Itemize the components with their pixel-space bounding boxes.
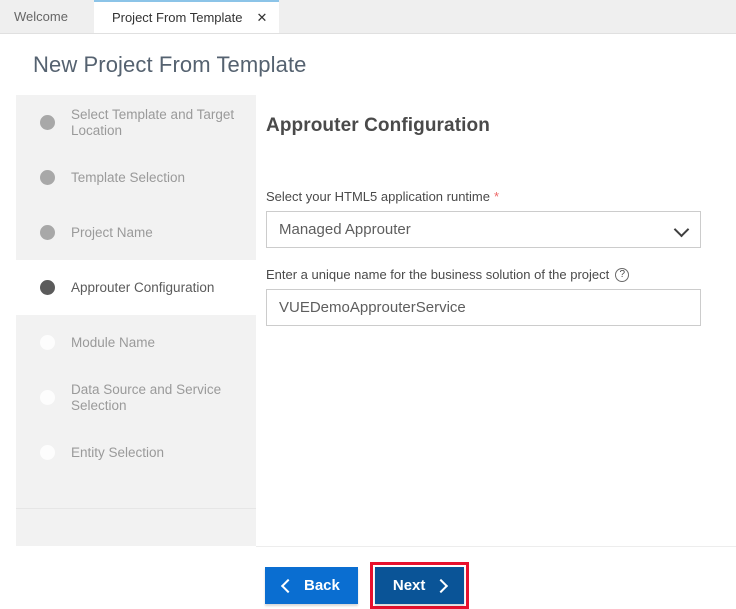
sidebar-item-label: Select Template and Target Location: [71, 107, 242, 139]
field-html5-runtime: Select your HTML5 application runtime * …: [256, 189, 719, 248]
required-marker: *: [494, 190, 499, 203]
step-dot-icon: [40, 445, 55, 460]
tab-welcome-label: Welcome: [14, 10, 68, 23]
back-button[interactable]: Back: [265, 567, 358, 604]
wizard-content-panel: Approuter Configuration Select your HTML…: [256, 95, 719, 546]
sidebar-item-label: Entity Selection: [71, 445, 164, 461]
sidebar-item-label: Project Name: [71, 225, 153, 241]
sidebar-item-select-template-and-target-location[interactable]: Select Template and Target Location: [16, 95, 256, 150]
chevron-left-icon: [281, 578, 295, 592]
step-dot-icon: [40, 225, 55, 240]
field-label-text: Select your HTML5 application runtime: [266, 189, 490, 204]
sidebar-item-label: Template Selection: [71, 170, 185, 186]
chevron-down-icon[interactable]: [674, 221, 690, 237]
content-heading: Approuter Configuration: [256, 95, 719, 137]
field-label-text: Enter a unique name for the business sol…: [266, 267, 609, 282]
help-glyph: ?: [620, 270, 626, 280]
sidebar-item-module-name[interactable]: Module Name: [16, 315, 256, 370]
step-dot-icon: [40, 390, 55, 405]
step-dot-icon: [40, 335, 55, 350]
chevron-right-icon: [434, 578, 448, 592]
wizard-step-sidebar: Select Template and Target Location Temp…: [16, 95, 256, 508]
field-label-html5-runtime: Select your HTML5 application runtime *: [266, 189, 701, 204]
sidebar-item-label: Module Name: [71, 335, 155, 351]
help-circle-icon[interactable]: ?: [615, 268, 629, 282]
next-button[interactable]: Next: [375, 567, 465, 604]
step-dot-icon: [40, 280, 55, 295]
tab-welcome[interactable]: Welcome: [0, 0, 94, 33]
sidebar-item-label: Approuter Configuration: [71, 280, 214, 296]
runtime-select-value: Managed Approuter: [267, 221, 411, 238]
tab-bar: Welcome Project From Template ✕: [0, 0, 736, 34]
next-button-highlight: Next: [370, 562, 470, 609]
close-icon[interactable]: ✕: [256, 11, 267, 24]
field-label-business-solution-name: Enter a unique name for the business sol…: [266, 267, 701, 282]
sidebar-footer-area: [16, 508, 256, 546]
page-title: New Project From Template: [33, 52, 307, 78]
sidebar-item-template-selection[interactable]: Template Selection: [16, 150, 256, 205]
business-solution-name-input[interactable]: VUEDemoApprouterService: [266, 289, 701, 326]
wizard-footer: Back Next: [265, 562, 469, 609]
step-dot-icon: [40, 115, 55, 130]
business-solution-name-value: VUEDemoApprouterService: [267, 299, 466, 316]
tab-project-from-template-label: Project From Template: [112, 11, 243, 24]
back-button-label: Back: [304, 577, 340, 594]
wizard-container: Select Template and Target Location Temp…: [16, 95, 719, 546]
sidebar-item-label: Data Source and Service Selection: [71, 382, 242, 414]
sidebar-item-entity-selection[interactable]: Entity Selection: [16, 425, 256, 480]
sidebar-item-project-name[interactable]: Project Name: [16, 205, 256, 260]
next-button-label: Next: [393, 577, 426, 594]
tab-project-from-template[interactable]: Project From Template ✕: [94, 0, 279, 33]
field-business-solution-name: Enter a unique name for the business sol…: [256, 267, 719, 326]
step-dot-icon: [40, 170, 55, 185]
sidebar-item-approuter-configuration[interactable]: Approuter Configuration: [16, 260, 256, 315]
sidebar-item-data-source-and-service-selection[interactable]: Data Source and Service Selection: [16, 370, 256, 425]
runtime-select[interactable]: Managed Approuter: [266, 211, 701, 248]
footer-divider: [256, 546, 736, 547]
